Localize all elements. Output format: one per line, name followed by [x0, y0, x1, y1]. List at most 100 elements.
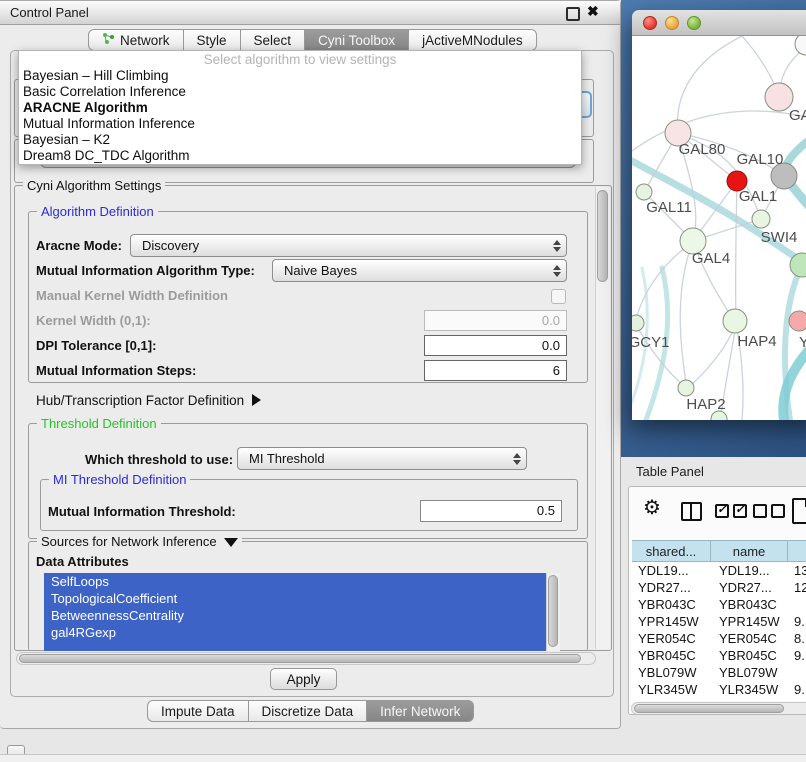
- column-header-a[interactable]: A: [788, 540, 806, 562]
- table-cell: [788, 664, 794, 681]
- table-cell: 8.: [788, 630, 805, 647]
- network-labels: GALGAL80GAL10GAL11GAL1SWI4GAL4GCY1HAP4YH…: [632, 107, 806, 413]
- table-row[interactable]: YBR043CYBR043C: [632, 596, 806, 613]
- manual-kernel-checkbox[interactable]: [551, 289, 566, 304]
- zoom-traffic-light[interactable]: [687, 16, 701, 30]
- algorithm-option-aracne-algorithm[interactable]: ARACNE Algorithm: [19, 100, 581, 116]
- table-row[interactable]: YDR27...YDR27...12: [632, 579, 806, 596]
- network-canvas[interactable]: GALGAL80GAL10GAL11GAL1SWI4GAL4GCY1HAP4YH…: [632, 36, 806, 420]
- table-cell: [788, 596, 794, 613]
- tab-network[interactable]: Network: [88, 29, 184, 51]
- node-label-gcy1: GCY1: [632, 334, 669, 351]
- attributes-vscroll-thumb[interactable]: [548, 575, 558, 647]
- split-column-icon[interactable]: [681, 502, 702, 521]
- attributes-vscroll[interactable]: [546, 573, 560, 651]
- column-header-shared[interactable]: shared...: [632, 540, 711, 562]
- mi-threshold-input[interactable]: 0.5: [420, 500, 562, 522]
- which-threshold-label: Which threshold to use:: [85, 452, 233, 467]
- algorithm-option-basic-correlation-inference[interactable]: Basic Correlation Inference: [19, 84, 581, 100]
- attribute-item-selfloops[interactable]: SelfLoops: [44, 573, 546, 590]
- combo-arrows-icon: [508, 453, 526, 465]
- aracne-mode-combo[interactable]: Discovery: [130, 234, 567, 257]
- threshold-definition-title: Threshold Definition: [37, 416, 161, 431]
- tab-cyni-toolbox[interactable]: Cyni Toolbox: [305, 29, 409, 51]
- control-panel-window: Control Panel ✖ NetworkStyleSelectCyni T…: [0, 0, 621, 729]
- node-label-gal4: GAL4: [692, 250, 730, 267]
- table-row[interactable]: YPR145WYPR145W9.: [632, 613, 806, 630]
- network-node-gal1[interactable]: [752, 210, 770, 228]
- network-node-hap2[interactable]: [678, 380, 694, 396]
- table-cell: YIL052C: [711, 698, 788, 701]
- gear-icon[interactable]: ⚙: [643, 495, 661, 520]
- algorithm-option-dream8-dc-tdc-algorithm[interactable]: Dream8 DC_TDC Algorithm: [19, 148, 581, 164]
- tab-label: jActiveMNodules: [422, 33, 523, 48]
- unchecked-pair-icon[interactable]: [753, 504, 789, 523]
- mi-steps-input[interactable]: 6: [424, 360, 567, 381]
- node-label-hap4: HAP4: [737, 333, 776, 350]
- network-icon: [102, 32, 115, 48]
- algorithm-definition-title: Algorithm Definition: [37, 204, 158, 219]
- which-threshold-value: MI Threshold: [238, 451, 508, 466]
- float-window-icon[interactable]: [566, 7, 580, 21]
- minimize-traffic-light[interactable]: [665, 16, 679, 30]
- table-row[interactable]: YDL19...YDL19...13: [632, 562, 806, 579]
- bottom-tab-bar: Impute DataDiscretize DataInfer Network: [147, 700, 474, 722]
- attribute-item-partial[interactable]: [44, 641, 546, 651]
- node-label-swi4: SWI4: [761, 229, 798, 246]
- table-row[interactable]: YLR345WYLR345W9.: [632, 681, 806, 698]
- network-node[interactable]: [795, 36, 806, 55]
- attribute-item-topologicalcoefficient[interactable]: TopologicalCoefficient: [44, 590, 546, 607]
- settings-horizontal-scrollbar[interactable]: [16, 652, 596, 665]
- network-node-y[interactable]: [789, 311, 806, 331]
- data-attributes-list[interactable]: SelfLoopsTopologicalCoefficientBetweenne…: [44, 573, 546, 651]
- settings-hscroll-thumb[interactable]: [19, 654, 581, 663]
- tab-style[interactable]: Style: [184, 29, 241, 51]
- network-node-gcy1[interactable]: [632, 315, 644, 331]
- apply-button[interactable]: Apply: [270, 668, 337, 690]
- combo-arrows-icon: [548, 240, 566, 252]
- popup-placeholder: Select algorithm to view settings: [19, 51, 581, 68]
- close-traffic-light[interactable]: [643, 16, 657, 30]
- dpi-tolerance-input[interactable]: 0.0: [424, 335, 567, 356]
- settings-vertical-scrollbar[interactable]: [595, 187, 610, 649]
- document-icon[interactable]: [792, 498, 806, 524]
- table-horizontal-scrollbar[interactable]: [631, 702, 806, 715]
- column-header-name[interactable]: name: [711, 540, 788, 562]
- table-hscroll-thumb[interactable]: [634, 704, 784, 713]
- settings-vscroll-thumb[interactable]: [597, 190, 608, 282]
- table-cell: YDL19...: [711, 562, 788, 579]
- control-panel-titlebar[interactable]: Control Panel ✖: [0, 1, 620, 25]
- table-row[interactable]: YBR045CYBR045C9.: [632, 647, 806, 664]
- screen: Control Panel ✖ NetworkStyleSelectCyni T…: [0, 0, 806, 762]
- attribute-item-betweennesscentrality[interactable]: BetweennessCentrality: [44, 607, 546, 624]
- kernel-width-input[interactable]: 0.0: [424, 310, 567, 331]
- table-header-row: shared...nameA: [632, 540, 806, 562]
- table-panel: ⚙ shared...nameA YDL19...YDL19...13YDR27…: [628, 486, 806, 715]
- network-node-gal11[interactable]: [636, 184, 652, 200]
- mi-threshold-label: Mutual Information Threshold:: [48, 504, 236, 519]
- which-threshold-combo[interactable]: MI Threshold: [237, 447, 527, 470]
- hub-section-toggle[interactable]: Hub/Transcription Factor Definition: [36, 393, 261, 408]
- tab-jactivemnodules[interactable]: jActiveMNodules: [409, 29, 537, 51]
- tab-select[interactable]: Select: [241, 29, 306, 51]
- checked-pair-icon[interactable]: [715, 504, 751, 523]
- network-window-titlebar[interactable]: [632, 10, 806, 36]
- algorithm-option-mutual-information-inference[interactable]: Mutual Information Inference: [19, 116, 581, 132]
- algorithm-option-bayesian-k2[interactable]: Bayesian – K2: [19, 132, 581, 148]
- table-cell: YPR145W: [711, 613, 788, 630]
- table-cell: YER054C: [632, 630, 711, 647]
- mi-type-combo[interactable]: Naive Bayes: [272, 259, 567, 282]
- sources-group-title[interactable]: Sources for Network Inference: [37, 534, 242, 549]
- algorithm-option-bayesian-hill-climbing[interactable]: Bayesian – Hill Climbing: [19, 68, 581, 84]
- table-row[interactable]: YER054CYER054C8.: [632, 630, 806, 647]
- tab-infer-network[interactable]: Infer Network: [367, 700, 474, 722]
- table-row[interactable]: YBL079WYBL079W: [632, 664, 806, 681]
- attribute-item-gal4rgexp[interactable]: gal4RGexp: [44, 624, 546, 641]
- table-cell: 9.: [788, 698, 805, 701]
- collapse-arrow-icon: [224, 538, 238, 547]
- network-node-hap4[interactable]: [723, 309, 747, 333]
- tab-discretize-data[interactable]: Discretize Data: [249, 700, 368, 722]
- table-row[interactable]: YIL052CYIL052C9.: [632, 698, 806, 701]
- tab-impute-data[interactable]: Impute Data: [147, 700, 249, 722]
- close-icon[interactable]: ✖: [587, 3, 599, 20]
